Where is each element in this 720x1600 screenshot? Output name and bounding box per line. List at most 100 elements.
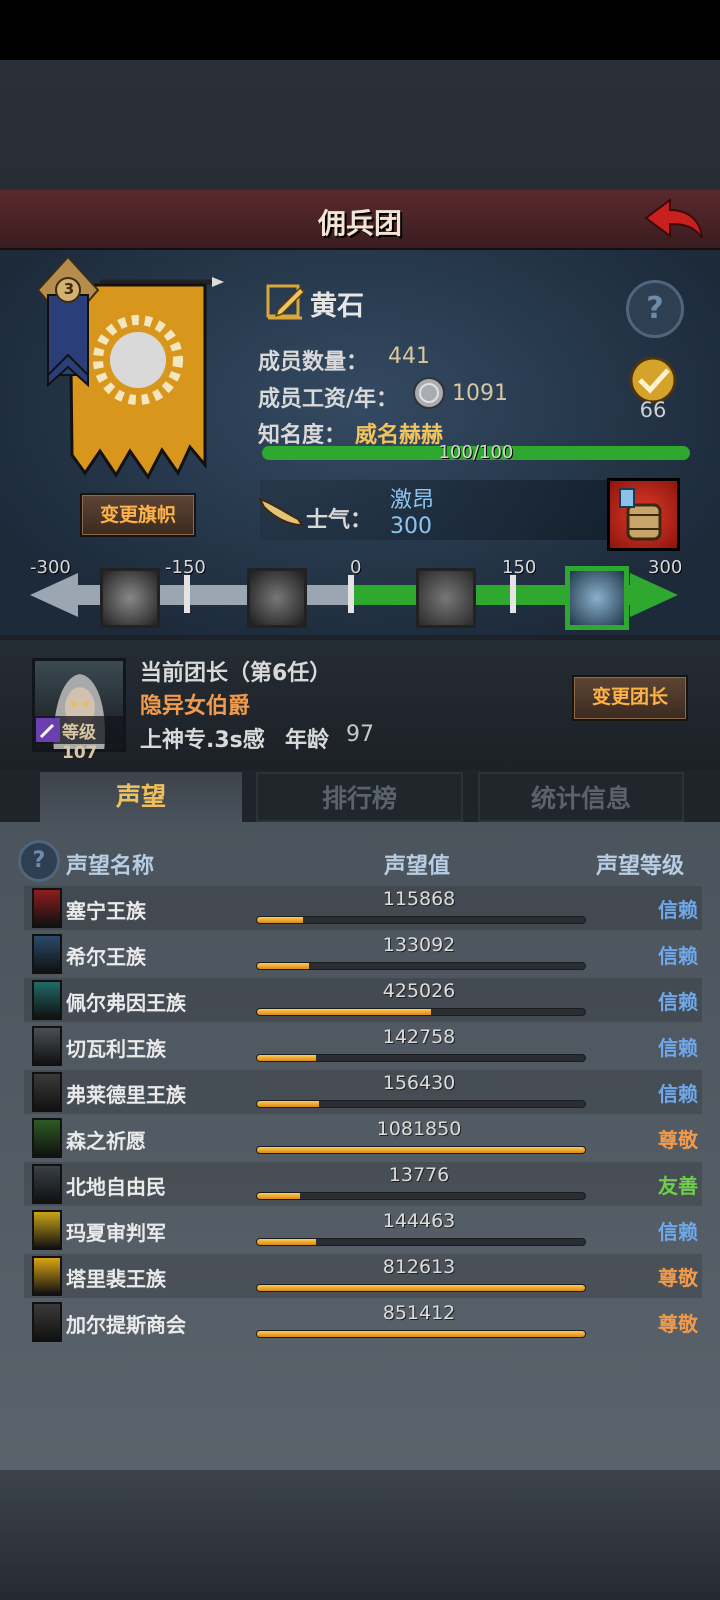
reputation-level: 信赖 [658, 898, 698, 922]
rally-flag-icon[interactable] [567, 568, 627, 628]
tab-statistics[interactable]: 统计信息 [478, 772, 684, 822]
reputation-bar-fill [257, 963, 310, 969]
faction-crest-icon [32, 1210, 62, 1250]
reputation-bar [256, 1008, 586, 1016]
faction-crest-icon [32, 934, 62, 974]
scale-tick: -300 [30, 557, 71, 578]
reputation-value: 144463 [382, 1210, 456, 1232]
reputation-bar-fill [257, 1147, 585, 1153]
leader-age-label: 年龄 [285, 728, 330, 753]
members-value: 441 [388, 344, 430, 369]
scale-tick: 150 [502, 557, 537, 578]
edit-name-icon[interactable] [264, 280, 306, 322]
morale-state: 激昂 [390, 488, 435, 513]
faction-crest-icon [32, 1302, 62, 1342]
faction-crest-icon [32, 1164, 62, 1204]
table-row[interactable]: 切瓦利王族 142758 信赖 [24, 1024, 702, 1068]
reputation-value: 156430 [382, 1072, 456, 1094]
faction-name: 森之祈愿 [66, 1129, 146, 1153]
faction-name: 切瓦利王族 [66, 1037, 166, 1061]
reputation-bar [256, 1330, 586, 1338]
reputation-bar-fill [257, 917, 303, 923]
reputation-bar-fill [257, 1285, 585, 1291]
fame-progress-text: 100/100 [438, 442, 514, 463]
rank-badge: 3 [63, 280, 75, 298]
scale-tick: -150 [165, 557, 206, 578]
leader-level: 等级107 [62, 723, 98, 763]
reputation-value: 851412 [382, 1302, 456, 1324]
table-row[interactable]: 塔里裴王族 812613 尊敬 [24, 1254, 702, 1298]
faction-name: 希尔王族 [66, 945, 146, 969]
wage-value: 1091 [452, 381, 508, 406]
calm-figure-icon[interactable] [416, 568, 476, 628]
morale-value: 300 [390, 514, 432, 539]
table-row[interactable]: 森之祈愿 1081850 尊敬 [24, 1116, 702, 1160]
help-icon[interactable]: ? [626, 280, 684, 338]
reputation-level: 尊敬 [658, 1312, 698, 1336]
reputation-bar [256, 1100, 586, 1108]
faction-name: 塞宁王族 [66, 899, 146, 923]
change-leader-button[interactable]: 变更团长 [572, 675, 688, 721]
table-row[interactable]: 塞宁王族 115868 信赖 [24, 886, 702, 930]
reputation-value: 812613 [382, 1256, 456, 1278]
mercenary-banner-icon [36, 255, 224, 480]
leader-title: 隐异女伯爵 [140, 694, 251, 719]
help-icon[interactable]: ? [18, 840, 60, 882]
table-row[interactable]: 加尔提斯商会 851412 尊敬 [24, 1300, 702, 1344]
leader-heading: 当前团长（第6任） [140, 661, 332, 686]
reputation-bar [256, 1146, 586, 1154]
column-header-value: 声望值 [384, 854, 451, 879]
reputation-bar-fill [257, 1193, 300, 1199]
reputation-bar-fill [257, 1009, 431, 1015]
column-header-name: 声望名称 [66, 854, 155, 879]
reputation-bar [256, 916, 586, 924]
reputation-level: 信赖 [658, 1036, 698, 1060]
morale-label: 士气： [306, 508, 373, 533]
despair-figure-icon[interactable] [247, 568, 307, 628]
reputation-value: 425026 [382, 980, 456, 1002]
change-flag-button[interactable]: 变更旗帜 [80, 493, 196, 537]
reputation-level: 信赖 [658, 1220, 698, 1244]
reputation-bar [256, 1284, 586, 1292]
table-row[interactable]: 希尔王族 133092 信赖 [24, 932, 702, 976]
table-row[interactable]: 北地自由民 13776 友善 [24, 1162, 702, 1206]
reputation-value: 13776 [388, 1164, 450, 1186]
faction-name: 弗莱德里王族 [66, 1083, 186, 1107]
reputation-bar [256, 962, 586, 970]
faction-crest-icon [32, 1256, 62, 1296]
scale-tick: 300 [648, 557, 683, 578]
title-bar: 佣兵团 [0, 190, 720, 250]
horn-icon [258, 497, 304, 527]
leader-traits: 上神专.3s感 [140, 728, 265, 753]
faction-name: 塔里裴王族 [66, 1267, 166, 1291]
reputation-value: 133092 [382, 934, 456, 956]
sword-icon [36, 718, 60, 742]
back-arrow-icon[interactable] [642, 196, 706, 244]
scale-tick: 0 [350, 557, 362, 578]
column-header-level: 声望等级 [596, 854, 685, 879]
leader-level-badge: 等级107 [34, 716, 124, 763]
members-label: 成员数量： [258, 350, 369, 375]
reputation-level: 尊敬 [658, 1266, 698, 1290]
reputation-bar-fill [257, 1101, 320, 1107]
table-row[interactable]: 玛夏审判军 144463 信赖 [24, 1208, 702, 1252]
table-row[interactable]: 弗莱德里王族 156430 信赖 [24, 1070, 702, 1114]
faction-crest-icon [32, 1072, 62, 1112]
reputation-bar-fill [257, 1055, 317, 1061]
reputation-level: 信赖 [658, 1082, 698, 1106]
table-row[interactable]: 佩尔弗因王族 425026 信赖 [24, 978, 702, 1022]
mercenary-name: 黄石 [310, 291, 364, 322]
silver-coin-icon [413, 377, 445, 409]
reputation-value: 1081850 [376, 1118, 462, 1140]
reputation-value: 142758 [382, 1026, 456, 1048]
tab-rankings[interactable]: 排行榜 [256, 772, 463, 822]
faction-name: 玛夏审判军 [66, 1221, 166, 1245]
page-title: 佣兵团 [317, 207, 402, 240]
paranoia-eye-icon[interactable] [100, 568, 160, 628]
reputation-bar [256, 1238, 586, 1246]
status-bar [0, 0, 720, 60]
leader-age: 97 [346, 722, 374, 747]
tab-reputation[interactable]: 声望 [40, 772, 242, 822]
faction-name: 北地自由民 [66, 1175, 166, 1199]
keg-icon[interactable] [607, 478, 680, 551]
